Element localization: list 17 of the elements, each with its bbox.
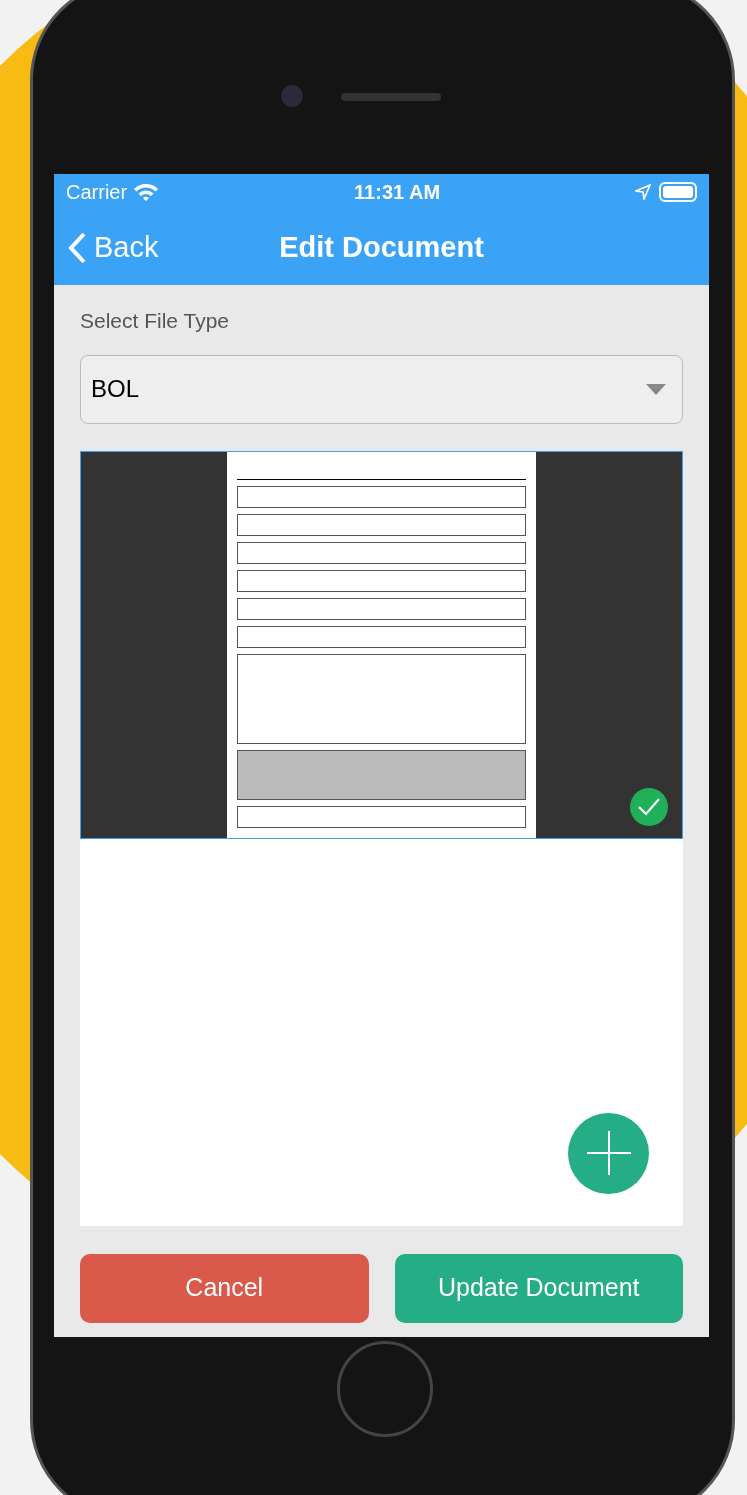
file-type-dropdown[interactable]: BOL (80, 354, 683, 424)
carrier-label: Carrier (66, 180, 128, 205)
chevron-left-icon (68, 231, 86, 264)
plus-icon (586, 1131, 631, 1175)
cancel-button[interactable]: Cancel (80, 1253, 369, 1323)
document-thumbnail[interactable] (80, 450, 683, 839)
wifi-icon (133, 182, 160, 202)
page-title: Edit Document (279, 229, 484, 265)
dropdown-caret-icon (646, 383, 666, 395)
back-button[interactable]: Back (68, 225, 159, 270)
camera-icon (281, 85, 303, 107)
update-button[interactable]: Update Document (394, 1253, 683, 1323)
home-button[interactable] (337, 1341, 433, 1437)
status-time: 11:31 AM (354, 180, 441, 205)
field-label: Select File Type (80, 308, 231, 334)
location-icon (635, 184, 651, 200)
battery-icon (659, 182, 697, 202)
